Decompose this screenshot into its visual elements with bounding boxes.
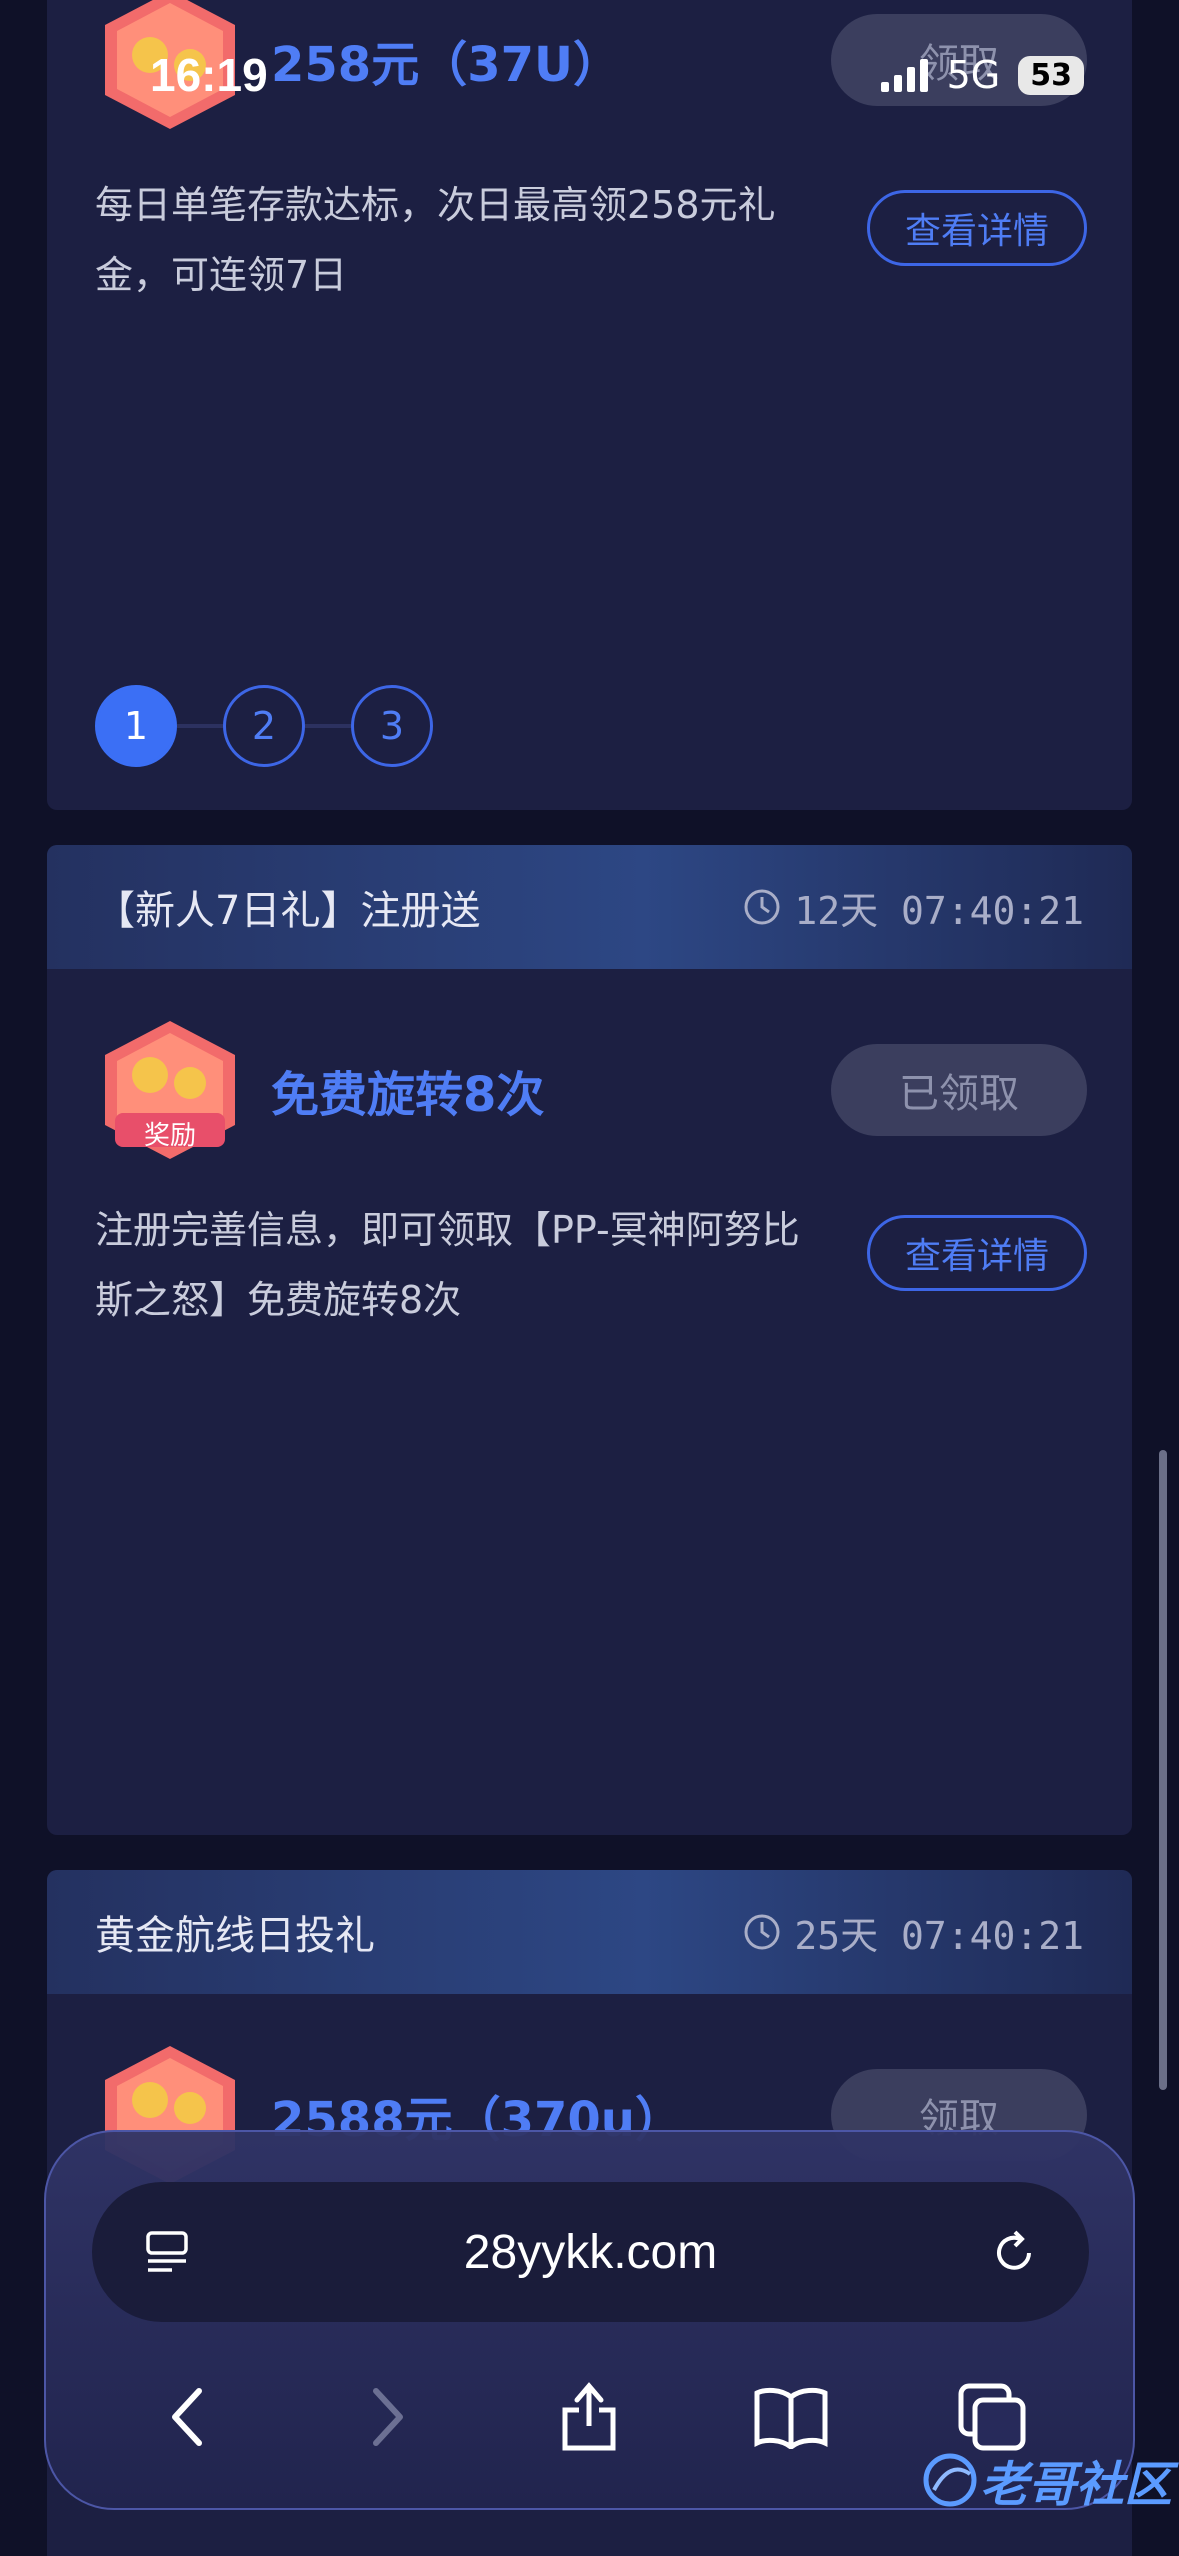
view-details-button[interactable]: 查看详情 (867, 190, 1087, 266)
step-connector (305, 724, 351, 728)
status-bar: 16:19 5G 53 (0, 0, 1179, 150)
step-connector (177, 724, 223, 728)
card-title: 【新人7日礼】注册送 (95, 888, 481, 934)
card-header: 【新人7日礼】注册送 12天 07:40:21 (47, 845, 1132, 969)
clock-icon (744, 889, 780, 925)
countdown-text: 12天 07:40:21 (794, 888, 1084, 933)
battery-icon: 53 (1018, 55, 1084, 95)
reader-icon[interactable] (142, 2227, 192, 2277)
view-details-button[interactable]: 查看详情 (867, 1215, 1087, 1291)
countdown-text: 25天 07:40:21 (794, 1913, 1084, 1958)
watermark-logo: 老哥社区 (920, 2445, 1172, 2515)
countdown: 12天 07:40:21 (742, 880, 1084, 935)
step-1[interactable]: 1 (95, 685, 177, 767)
step-2[interactable]: 2 (223, 685, 305, 767)
url-text[interactable]: 28yykk.com (464, 2225, 717, 2280)
share-icon[interactable] (539, 2367, 639, 2467)
clock-icon (744, 1914, 780, 1950)
reward-description: 注册完善信息，即可领取【PP-冥神阿努比斯之怒】免费旋转8次 (95, 1208, 800, 1322)
signal-icon (880, 59, 928, 92)
watermark-text: 老哥社区 (980, 2457, 1173, 2513)
bookmarks-icon[interactable] (741, 2367, 841, 2467)
badge-label: 奖励 (143, 1121, 196, 1151)
reward-card-newcomer: 【新人7日礼】注册送 12天 07:40:21 奖励 免费旋转8次 已领取 注册… (47, 845, 1132, 1835)
claimed-button[interactable]: 已领取 (831, 1044, 1087, 1136)
step-3[interactable]: 3 (351, 685, 433, 767)
day-steps: 1 2 3 (95, 685, 433, 767)
card-title: 黄金航线日投礼 (95, 1913, 375, 1959)
forward-icon[interactable] (338, 2367, 438, 2467)
card-header: 黄金航线日投礼 25天 07:40:21 (47, 1870, 1132, 1994)
address-bar[interactable]: 28yykk.com (92, 2182, 1089, 2322)
status-time: 16:19 (150, 49, 268, 101)
scroll-indicator[interactable] (1159, 1450, 1167, 2090)
reload-icon[interactable] (989, 2227, 1039, 2277)
reward-badge-icon: 奖励 (95, 1015, 245, 1165)
network-label: 5G (946, 53, 1001, 97)
reward-description: 每日单笔存款达标，次日最高领258元礼金，可连领7日 (95, 183, 776, 297)
countdown: 25天 07:40:21 (742, 1905, 1084, 1960)
reward-name: 免费旋转8次 (271, 1067, 545, 1123)
back-icon[interactable] (137, 2367, 237, 2467)
